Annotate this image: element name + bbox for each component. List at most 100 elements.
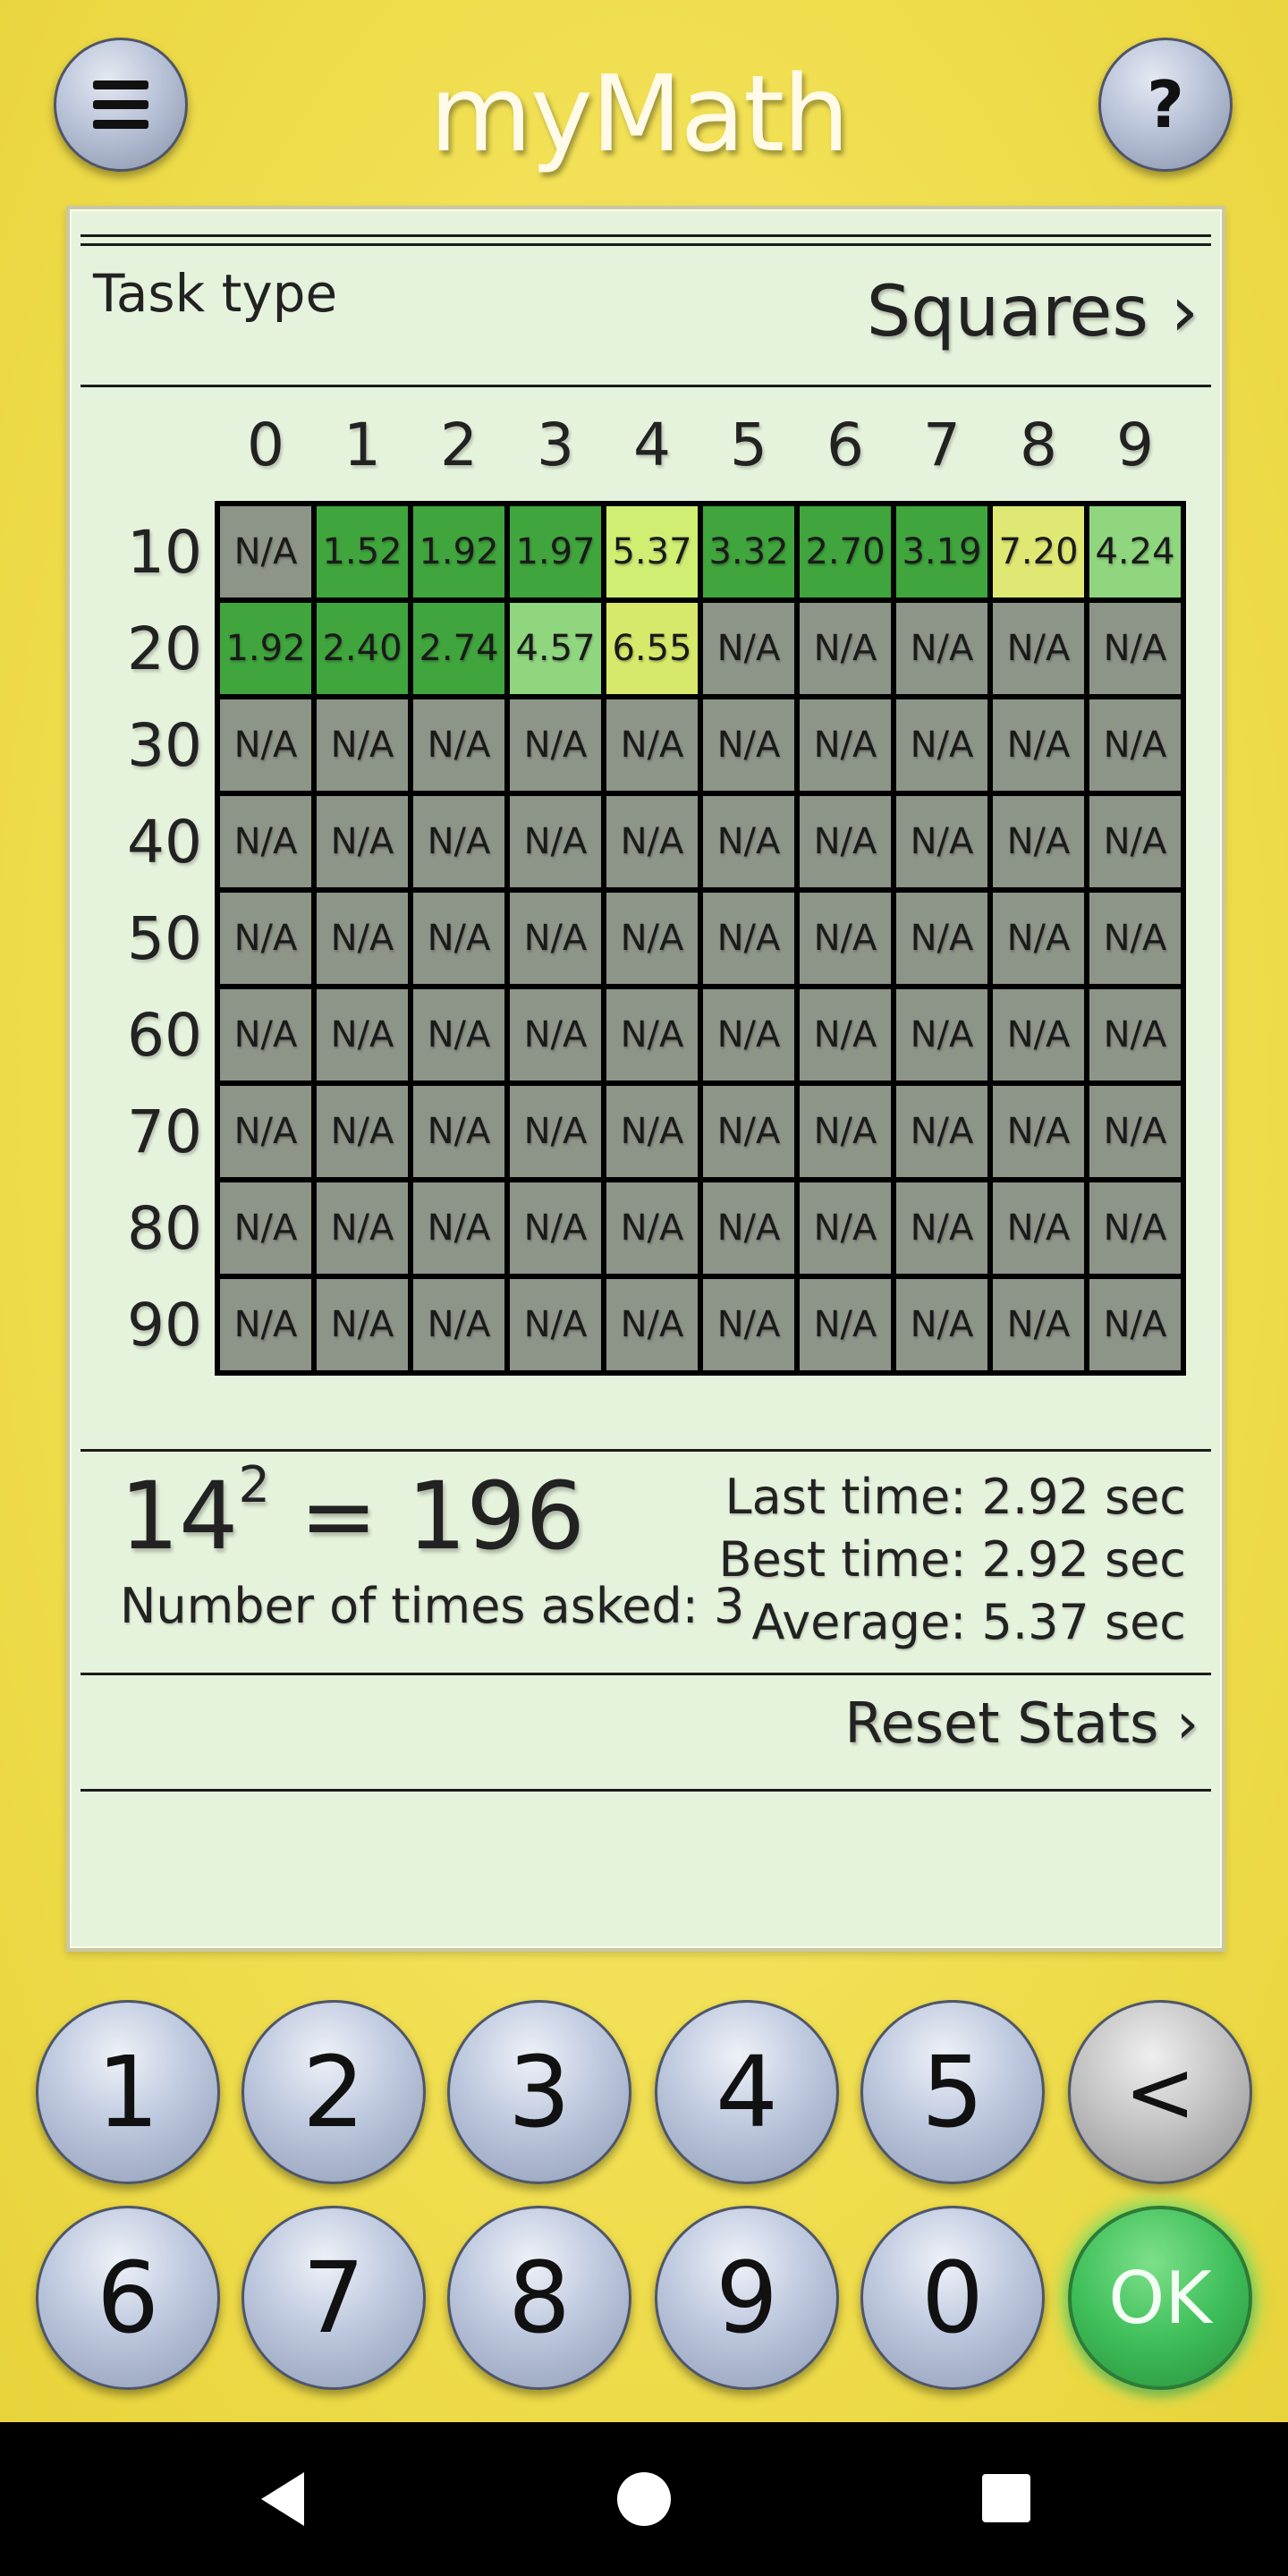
grid-cell[interactable]: N/A [217,1083,314,1180]
grid-cell[interactable]: N/A [411,1276,507,1373]
grid-cell[interactable]: N/A [507,1180,604,1276]
grid-cell[interactable]: N/A [700,1180,797,1276]
grid-cell[interactable]: 1.92 [411,504,507,600]
grid-cell[interactable]: N/A [1087,1276,1183,1373]
grid-cell[interactable]: N/A [604,697,700,793]
grid-cell[interactable]: N/A [990,890,1087,987]
grid-cell[interactable]: 3.19 [894,504,990,600]
key-1[interactable]: 1 [36,2000,220,2184]
grid-cell[interactable]: N/A [990,1180,1087,1276]
grid-cell[interactable]: N/A [797,697,894,793]
grid-cell[interactable]: N/A [990,1083,1087,1180]
grid-cell[interactable]: N/A [1087,697,1183,793]
grid-cell[interactable]: 5.37 [604,504,700,600]
grid-cell[interactable]: N/A [604,1083,700,1180]
grid-cell[interactable]: N/A [797,1083,894,1180]
grid-cell[interactable]: N/A [894,600,990,697]
menu-button[interactable] [54,38,188,172]
grid-cell[interactable]: 3.32 [700,504,797,600]
grid-cell[interactable]: 1.52 [314,504,411,600]
grid-cell[interactable]: N/A [314,890,411,987]
grid-cell[interactable]: N/A [314,987,411,1083]
grid-cell[interactable]: N/A [797,600,894,697]
grid-cell[interactable]: N/A [217,1180,314,1276]
grid-cell[interactable]: N/A [507,793,604,890]
grid-cell[interactable]: N/A [990,697,1087,793]
grid-cell[interactable]: N/A [700,1083,797,1180]
reset-stats-button[interactable]: Reset Stats › [844,1690,1199,1756]
grid-cell[interactable]: N/A [894,793,990,890]
grid-cell[interactable]: 2.40 [314,600,411,697]
grid-cell[interactable]: N/A [894,1276,990,1373]
grid-cell[interactable]: N/A [314,1083,411,1180]
grid-cell[interactable]: N/A [507,1083,604,1180]
key-9[interactable]: 9 [655,2206,839,2390]
grid-cell[interactable]: 4.57 [507,600,604,697]
grid-cell[interactable]: N/A [797,987,894,1083]
key-4[interactable]: 4 [655,2000,839,2184]
grid-cell[interactable]: N/A [604,890,700,987]
grid-cell[interactable]: 2.74 [411,600,507,697]
grid-cell[interactable]: 1.92 [217,600,314,697]
grid-cell[interactable]: N/A [894,697,990,793]
grid-cell[interactable]: N/A [1087,890,1183,987]
task-type-selector[interactable]: Squares › [867,272,1199,352]
grid-cell[interactable]: N/A [990,1276,1087,1373]
grid-cell[interactable]: N/A [700,793,797,890]
grid-cell[interactable]: N/A [507,987,604,1083]
grid-cell[interactable]: N/A [700,1276,797,1373]
key-8[interactable]: 8 [447,2206,631,2390]
nav-recent-icon[interactable] [982,2474,1030,2522]
grid-cell[interactable]: 4.24 [1087,504,1183,600]
grid-cell[interactable]: N/A [604,793,700,890]
key-0[interactable]: 0 [860,2206,1045,2390]
nav-home-icon[interactable] [617,2472,671,2526]
grid-cell[interactable]: 6.55 [604,600,700,697]
grid-cell[interactable]: N/A [700,890,797,987]
grid-cell[interactable]: N/A [1087,1180,1183,1276]
grid-cell[interactable]: 7.20 [990,504,1087,600]
grid-cell[interactable]: N/A [217,504,314,600]
grid-cell[interactable]: N/A [411,1180,507,1276]
grid-cell[interactable]: N/A [314,793,411,890]
grid-cell[interactable]: N/A [797,1276,894,1373]
grid-cell[interactable]: N/A [217,890,314,987]
grid-cell[interactable]: N/A [411,890,507,987]
grid-cell[interactable]: N/A [411,1083,507,1180]
grid-cell[interactable]: N/A [894,987,990,1083]
grid-cell[interactable]: N/A [700,987,797,1083]
help-button[interactable]: ? [1098,38,1233,172]
key-5[interactable]: 5 [860,2000,1045,2184]
grid-cell[interactable]: N/A [604,987,700,1083]
grid-cell[interactable]: N/A [411,987,507,1083]
grid-cell[interactable]: N/A [797,793,894,890]
grid-cell[interactable]: N/A [990,600,1087,697]
grid-cell[interactable]: N/A [700,600,797,697]
nav-back-icon[interactable] [261,2472,304,2526]
key-7[interactable]: 7 [242,2206,426,2390]
grid-cell[interactable]: N/A [411,697,507,793]
grid-cell[interactable]: N/A [411,793,507,890]
grid-cell[interactable]: N/A [894,1180,990,1276]
grid-cell[interactable]: N/A [217,987,314,1083]
key-6[interactable]: 6 [36,2206,220,2390]
grid-cell[interactable]: N/A [700,697,797,793]
grid-cell[interactable]: N/A [314,1276,411,1373]
grid-cell[interactable]: N/A [217,1276,314,1373]
key-2[interactable]: 2 [242,2000,426,2184]
grid-cell[interactable]: N/A [507,890,604,987]
grid-cell[interactable]: N/A [314,697,411,793]
grid-cell[interactable]: N/A [217,697,314,793]
grid-cell[interactable]: N/A [217,793,314,890]
grid-cell[interactable]: N/A [797,1180,894,1276]
grid-cell[interactable]: N/A [894,1083,990,1180]
grid-cell[interactable]: N/A [604,1276,700,1373]
grid-cell[interactable]: N/A [1087,600,1183,697]
grid-cell[interactable]: N/A [990,793,1087,890]
grid-cell[interactable]: N/A [894,890,990,987]
ok-button[interactable]: OK [1068,2206,1252,2390]
grid-cell[interactable]: N/A [1087,987,1183,1083]
grid-cell[interactable]: 1.97 [507,504,604,600]
grid-cell[interactable]: N/A [507,697,604,793]
grid-cell[interactable]: N/A [507,1276,604,1373]
